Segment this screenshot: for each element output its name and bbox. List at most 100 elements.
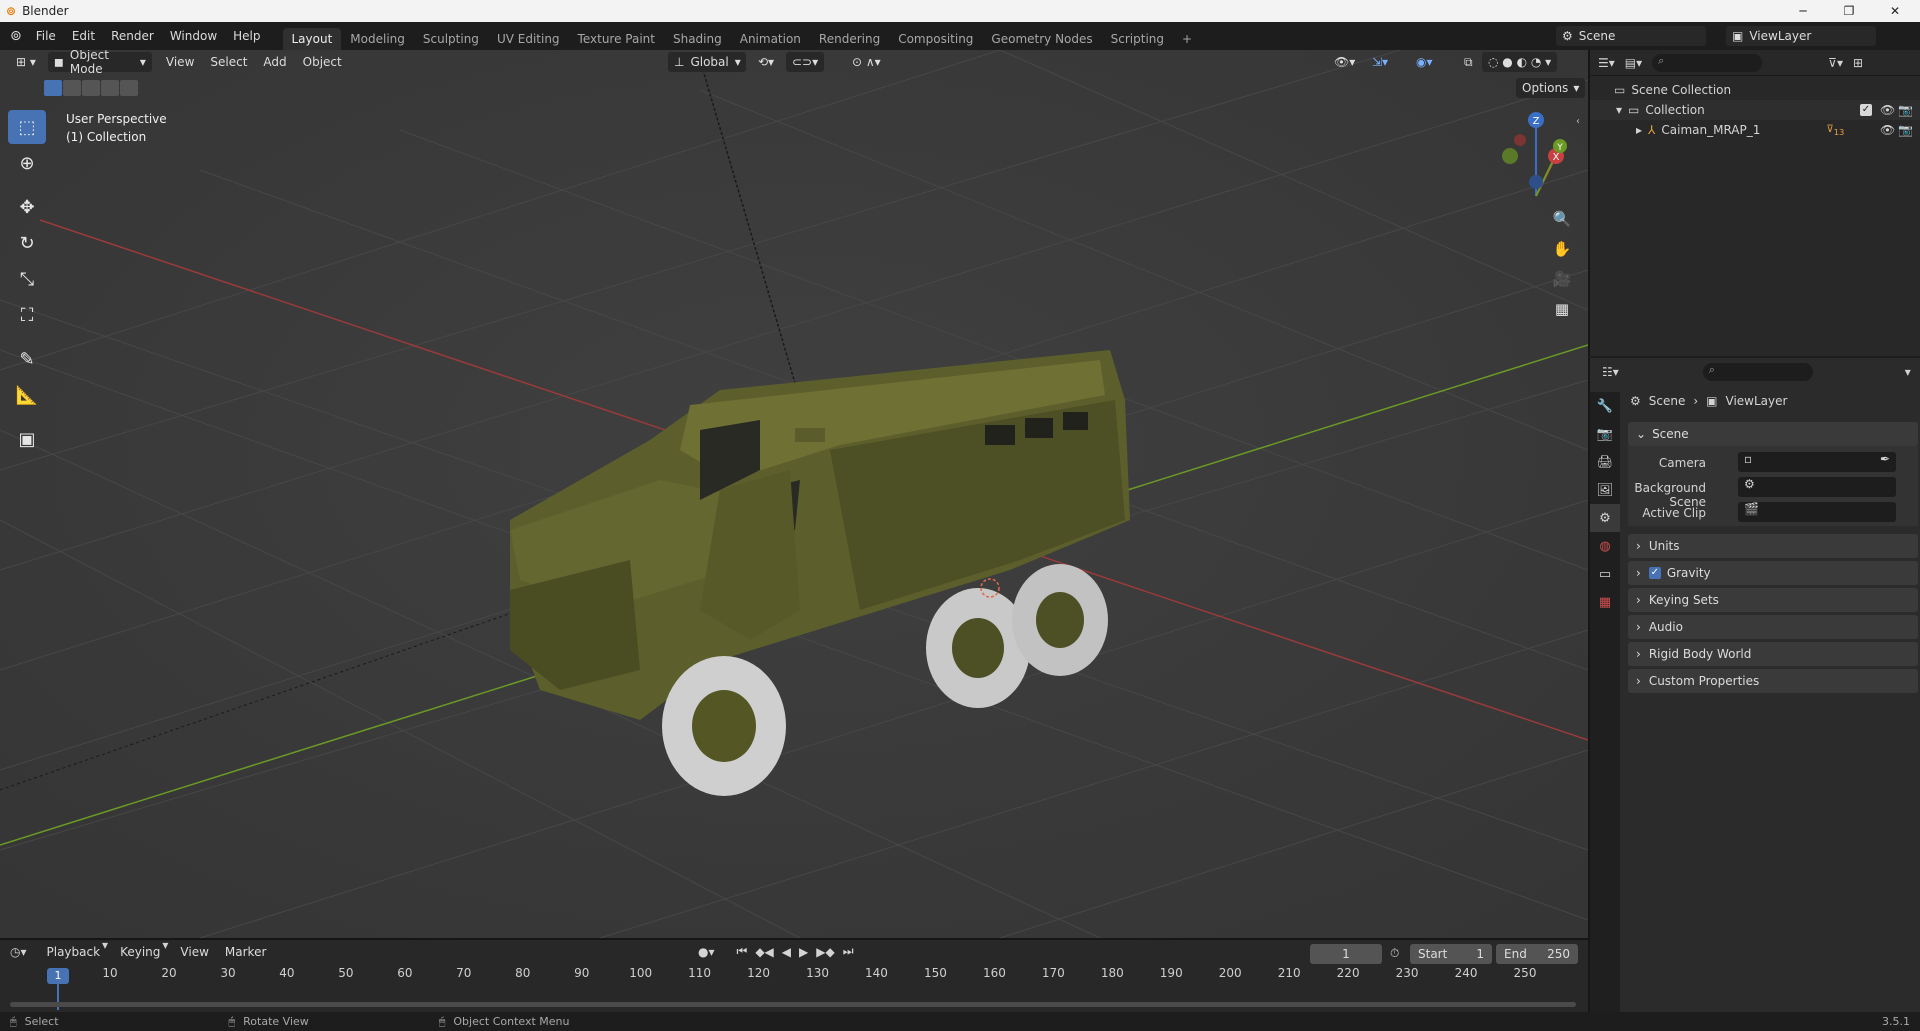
outliner-editor-type-icon[interactable]: ☰▾: [1598, 56, 1615, 70]
xray-toggle-button[interactable]: ⧉: [1458, 52, 1479, 72]
world-tab-icon[interactable]: ◍: [1590, 532, 1620, 560]
tab-modeling[interactable]: Modeling: [341, 28, 414, 50]
viewport-menu-object[interactable]: Object: [295, 50, 350, 76]
select-intersect-icon[interactable]: [120, 80, 138, 96]
expand-arrow-icon[interactable]: ▸: [1636, 123, 1642, 137]
overlay-toggle-button[interactable]: ◉▾: [1410, 52, 1439, 72]
timeline-scrollbar[interactable]: [10, 1002, 1576, 1007]
close-button[interactable]: ✕: [1872, 0, 1918, 22]
menu-render[interactable]: Render: [103, 22, 162, 50]
camera-field[interactable]: ▫ ✒: [1738, 452, 1896, 472]
select-subtract-icon[interactable]: [82, 80, 100, 96]
snap-button[interactable]: ⊂⊃▾: [786, 52, 825, 72]
minimize-button[interactable]: ─: [1780, 0, 1826, 22]
tab-sculpting[interactable]: Sculpting: [414, 28, 488, 50]
tab-compositing[interactable]: Compositing: [889, 28, 982, 50]
eyedropper-icon[interactable]: ✒: [1880, 452, 1890, 466]
editor-type-button[interactable]: ⊞ ▾: [10, 52, 42, 72]
tab-layout[interactable]: Layout: [282, 28, 342, 50]
transform-tool-icon[interactable]: ⛶: [8, 298, 46, 332]
scene-tab-icon[interactable]: ⚙: [1590, 504, 1620, 532]
blender-menu-icon[interactable]: ⊚: [10, 28, 22, 44]
render-camera-icon[interactable]: 📷: [1898, 103, 1913, 117]
maximize-button[interactable]: ❐: [1826, 0, 1872, 22]
scene-selector[interactable]: ⚙ Scene: [1556, 26, 1706, 46]
viewport-menu-add[interactable]: Add: [255, 50, 294, 76]
tab-scripting[interactable]: Scripting: [1102, 28, 1173, 50]
panel-custom-properties[interactable]: › Custom Properties: [1628, 669, 1918, 693]
tab-texture-paint[interactable]: Texture Paint: [569, 28, 664, 50]
gravity-checkbox[interactable]: ✓: [1648, 567, 1661, 579]
panel-gravity[interactable]: › ✓ Gravity: [1628, 561, 1918, 585]
add-workspace-button[interactable]: +: [1173, 28, 1201, 50]
menu-file[interactable]: File: [28, 22, 64, 50]
pan-hand-icon[interactable]: ✋: [1548, 235, 1576, 263]
tool-tab-icon[interactable]: 🔧: [1590, 392, 1620, 420]
render-tab-icon[interactable]: 📷: [1590, 420, 1620, 448]
panel-rigid-body-world[interactable]: › Rigid Body World: [1628, 642, 1918, 666]
viewlayer-selector[interactable]: ▣ ViewLayer: [1726, 26, 1876, 46]
annotate-tool-icon[interactable]: ✎: [8, 342, 46, 376]
pivot-point-button[interactable]: ⟲▾: [752, 52, 780, 72]
zoom-icon[interactable]: 🔍: [1548, 205, 1576, 233]
move-tool-icon[interactable]: ✥: [8, 190, 46, 224]
frame-ruler[interactable]: 10 20 30 40 50 60 70 80 90 100 110 120 130 140 150 160 1…: [0, 940, 1588, 1010]
viewport-menu-select[interactable]: Select: [202, 50, 255, 76]
add-cube-tool-icon[interactable]: ▣: [8, 422, 46, 456]
viewport-menu-view[interactable]: View: [158, 50, 202, 76]
display-mode-icon[interactable]: ▤▾: [1625, 56, 1642, 70]
panel-audio[interactable]: › Audio: [1628, 615, 1918, 639]
outliner-row-collection[interactable]: ▾ ▭ Collection ✓ 👁 📷: [1590, 100, 1920, 120]
collection-tab-icon[interactable]: ▭: [1590, 560, 1620, 588]
playhead[interactable]: 1: [47, 968, 69, 984]
perspective-toggle-icon[interactable]: ▦: [1548, 295, 1576, 323]
mode-selector[interactable]: ◼ Object Mode ▾: [47, 50, 152, 76]
menu-window[interactable]: Window: [162, 22, 225, 50]
filter-icon[interactable]: ⊽▾: [1828, 56, 1843, 70]
panel-units[interactable]: › Units: [1628, 534, 1918, 558]
select-invert-icon[interactable]: [101, 80, 119, 96]
visibility-eye-icon[interactable]: 👁: [1880, 103, 1895, 117]
view-layer-tab-icon[interactable]: 🖼: [1590, 476, 1620, 504]
sidebar-toggle-icon[interactable]: ‹: [1576, 116, 1580, 127]
select-box-tool-icon[interactable]: ⬚: [8, 110, 46, 144]
properties-search-input[interactable]: ⌕: [1702, 363, 1813, 381]
options-button[interactable]: Options ▾: [1516, 78, 1586, 98]
texture-tab-icon[interactable]: ▦: [1590, 588, 1620, 616]
tab-rendering[interactable]: Rendering: [810, 28, 889, 50]
panel-keying-sets[interactable]: › Keying Sets: [1628, 588, 1918, 612]
3d-viewport[interactable]: Z X Y ⊞ ▾ ◼ Object Mode ▾ View Select Add O…: [0, 50, 1588, 938]
shading-buttons[interactable]: ◌ ● ◐ ◔ ▾: [1482, 52, 1558, 72]
outliner-row-object[interactable]: ▸ ⅄ Caiman_MRAP_1 ⊽13 👁 📷: [1590, 120, 1920, 140]
select-extend-icon[interactable]: [63, 80, 81, 96]
outliner-search-input[interactable]: ⌕: [1652, 53, 1763, 72]
orientation-selector[interactable]: ⊥ Global ▾: [668, 52, 746, 72]
scene-panel-header[interactable]: ⌄ Scene: [1628, 422, 1918, 446]
menu-help[interactable]: Help: [225, 22, 268, 50]
chevron-down-icon[interactable]: ▾: [1905, 365, 1911, 379]
tab-uv-editing[interactable]: UV Editing: [488, 28, 569, 50]
select-mode-buttons[interactable]: [44, 80, 138, 96]
tab-shading[interactable]: Shading: [664, 28, 731, 50]
exclude-checkbox[interactable]: ✓: [1860, 104, 1872, 116]
gizmo-toggle-button[interactable]: ⇲▾: [1366, 52, 1394, 72]
render-camera-icon[interactable]: 📷: [1898, 123, 1913, 137]
rotate-tool-icon[interactable]: ↻: [8, 226, 46, 260]
visibility-eye-icon[interactable]: 👁: [1880, 123, 1895, 137]
cursor-tool-icon[interactable]: ⊕: [8, 146, 46, 180]
timeline-editor[interactable]: ◷▾ Playback ▾ Keying ▾ View Marker ●▾ ⏮ ◆◀ ◀ …: [0, 938, 1588, 1014]
outliner-row-scene-collection[interactable]: ▭ Scene Collection: [1590, 80, 1920, 100]
tab-animation[interactable]: Animation: [731, 28, 810, 50]
tab-geometry-nodes[interactable]: Geometry Nodes: [982, 28, 1101, 50]
view-object-types-button[interactable]: 👁▾: [1328, 52, 1361, 72]
background-scene-field[interactable]: ⚙: [1738, 477, 1896, 497]
properties-editor-type-icon[interactable]: ☷▾: [1602, 365, 1619, 379]
active-clip-field[interactable]: 🎬: [1738, 502, 1896, 522]
new-collection-icon[interactable]: ⊞: [1853, 56, 1863, 70]
measure-tool-icon[interactable]: 📐: [8, 378, 46, 412]
output-tab-icon[interactable]: 🖨: [1590, 448, 1620, 476]
menu-edit[interactable]: Edit: [64, 22, 103, 50]
select-new-icon[interactable]: [44, 80, 62, 96]
scale-tool-icon[interactable]: ⤡: [8, 262, 46, 296]
camera-view-icon[interactable]: 🎥: [1548, 265, 1576, 293]
